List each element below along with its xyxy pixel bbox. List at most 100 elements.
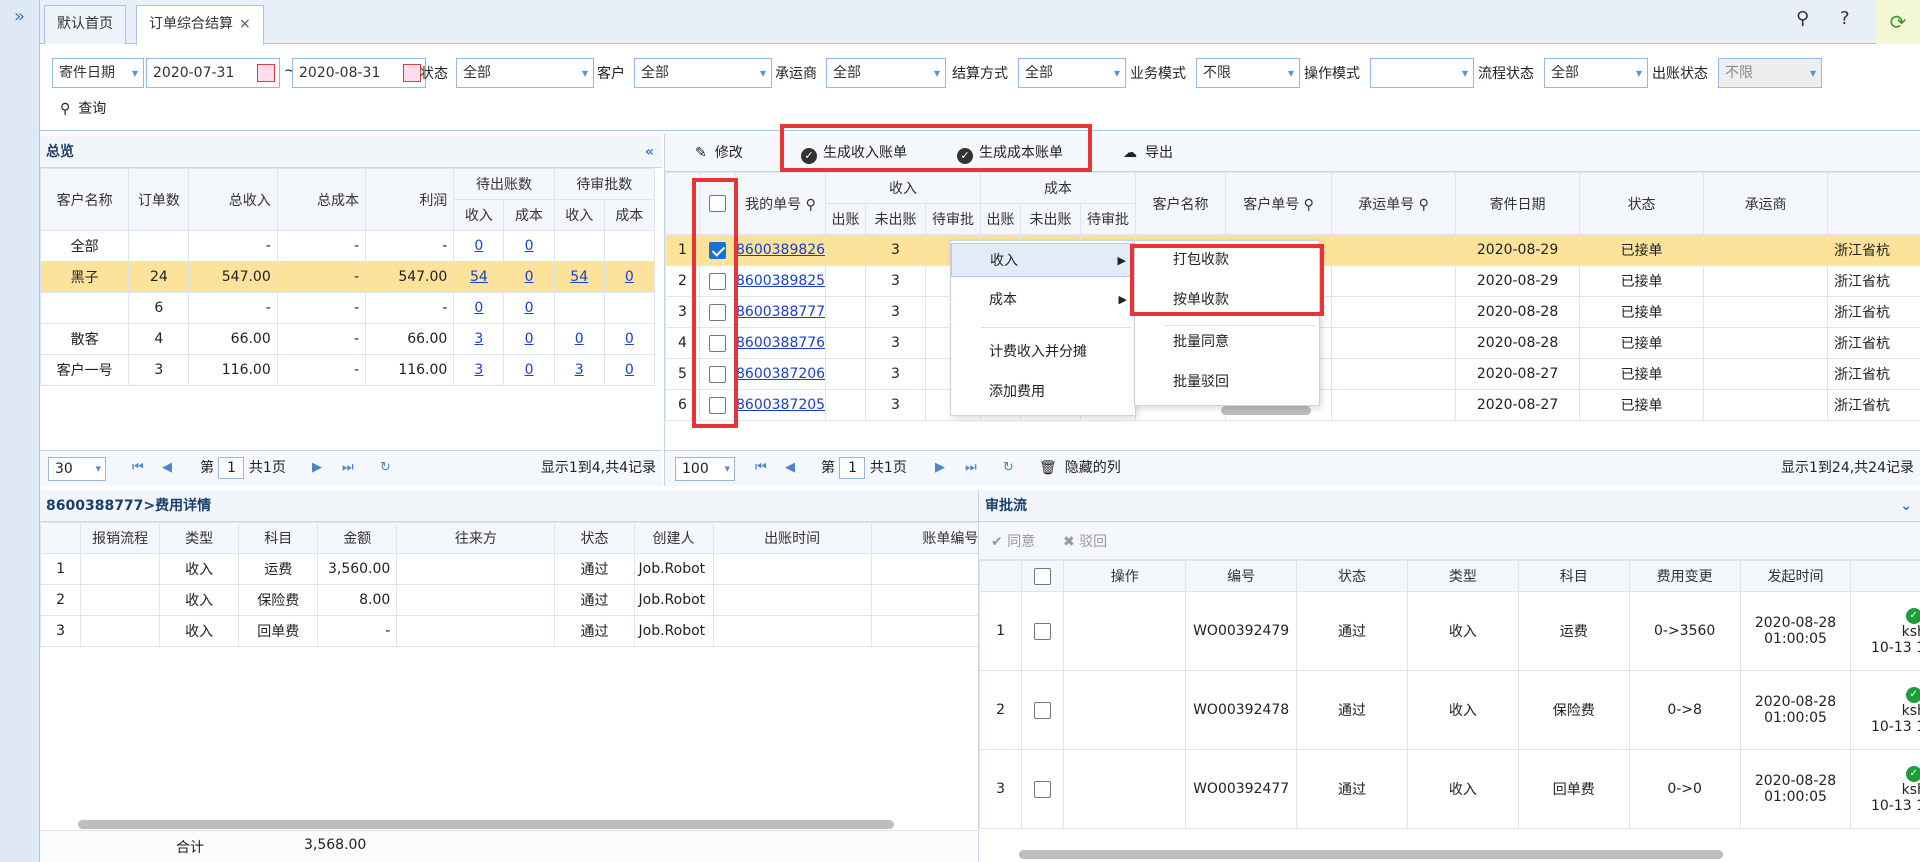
orders-pager: 100 ▾ ⏮ ◀ 第 1 共1页 ▶ ⏭ ↻ 🗑 隐藏的列 显示1到24,共24记…: [664, 450, 1920, 486]
agree-button[interactable]: ✔ 同意: [991, 531, 1035, 551]
table-row[interactable]: 2 收入 保险费 8.00 通过 Job.Robot: [40, 584, 978, 616]
chevron-right-icon: ▶: [1117, 254, 1126, 267]
col-header: 待审批数: [553, 168, 656, 200]
first-page-icon[interactable]: ⏮: [132, 451, 144, 485]
table-row[interactable]: 3 收入 回单费 - 通过 Job.Robot: [40, 615, 978, 647]
approved-icon: ✓: [1905, 687, 1920, 703]
select-all-checkbox[interactable]: [1034, 567, 1052, 585]
reject-button[interactable]: ✖ 驳回: [1063, 531, 1107, 551]
col-header: 客户名称: [40, 168, 130, 231]
collapse-icon[interactable]: «: [645, 136, 654, 168]
table-row[interactable]: 2 WO00392478 通过 收入 保险费 0->8 2020-08-28 01:00:…: [979, 670, 1920, 750]
filter-bar: 寄件日期 ▾ 2020-07-31 ~ 2020-08-31 状态 全部 ▾ 客户 …: [40, 45, 1920, 131]
help-icon[interactable]: ?: [1840, 8, 1850, 29]
approval-grid: 操作 编号 状态 类型 科目 费用变更 发起时间 1 WO00392479 通过 收入 运费 0->…: [978, 560, 1920, 862]
first-page-icon[interactable]: ⏮: [755, 451, 767, 485]
row-checkbox[interactable]: [1034, 701, 1052, 719]
chevron-right-icon: ▶: [1118, 293, 1127, 306]
status-select[interactable]: 全部 ▾: [456, 58, 594, 88]
carrier-label: 承运商: [775, 66, 817, 82]
next-page-icon[interactable]: ▶: [935, 451, 945, 485]
page-number-input[interactable]: 1: [218, 457, 245, 479]
tab-bar: 默认首页 订单综合结算 × ⚲ ? ⟳: [40, 0, 1920, 45]
search-icon[interactable]: ⚲: [1419, 197, 1429, 213]
table-row[interactable]: 黑子 24 547.00-547.00 54 0 54 0: [40, 261, 656, 293]
row-checkbox[interactable]: [1034, 622, 1052, 640]
row-checkbox[interactable]: [1034, 780, 1052, 798]
menu-item-income[interactable]: 收入 ▶: [951, 243, 1135, 277]
fee-total-row: 合计 3,568.00: [40, 830, 978, 862]
table-row[interactable]: 6 --- 00: [40, 292, 656, 324]
highlight-box-checkboxes: [692, 178, 738, 428]
refresh-icon[interactable]: ⟳: [1876, 0, 1920, 44]
query-button[interactable]: ⚲ 查询: [60, 95, 106, 123]
calendar-icon[interactable]: [257, 64, 275, 82]
search-icon[interactable]: ⚲: [806, 197, 816, 213]
menu-item-add-fee[interactable]: 添加费用: [951, 375, 1135, 409]
tab-home[interactable]: 默认首页: [44, 5, 126, 44]
hidden-columns-button[interactable]: 🗑 隐藏的列: [1039, 451, 1121, 485]
approved-icon: ✓: [1905, 608, 1920, 624]
prev-page-icon[interactable]: ◀: [162, 451, 172, 485]
search-icon[interactable]: ⚲: [1796, 8, 1809, 29]
prev-page-icon[interactable]: ◀: [785, 451, 795, 485]
table-row[interactable]: 客户一号 3 116.00-116.00 30 30: [40, 354, 656, 386]
horizontal-scrollbar[interactable]: [78, 820, 894, 829]
date-to-field[interactable]: 2020-08-31: [292, 58, 426, 88]
last-page-icon[interactable]: ⏭: [342, 451, 354, 485]
page-size-select[interactable]: 30 ▾: [48, 457, 106, 481]
export-button[interactable]: ☁ 导出: [1123, 134, 1173, 172]
close-icon[interactable]: ×: [239, 16, 251, 32]
table-row[interactable]: 散客 4 66.00-66.00 30 00: [40, 323, 656, 355]
next-page-icon[interactable]: ▶: [312, 451, 322, 485]
table-row[interactable]: 全部 --- 00: [40, 230, 656, 262]
reload-icon[interactable]: ↻: [1003, 451, 1014, 485]
page-info: 显示1到4,共4记录: [540, 460, 656, 476]
expand-icon[interactable]: »: [14, 6, 25, 27]
chevron-down-icon: ▾: [95, 462, 101, 475]
overview-table: 客户名称 订单数 总收入 总成本 利润 待出账数 待审批数 收入 成本 收入 成…: [40, 168, 656, 386]
date-from-field[interactable]: 2020-07-31: [146, 58, 280, 88]
fee-details-header: 8600388777>费用详情: [40, 490, 978, 522]
table-row[interactable]: 3 WO00392477 通过 收入 回单费 0->0 2020-08-28 01:00:…: [979, 749, 1920, 829]
carrier-select[interactable]: 全部 ▾: [826, 58, 946, 88]
chevron-down-icon: ▾: [1461, 66, 1468, 80]
settle-select[interactable]: 全部 ▾: [1018, 58, 1126, 88]
search-icon[interactable]: ⚲: [1304, 197, 1314, 213]
col-header: 利润: [365, 168, 455, 231]
customer-label: 客户: [597, 66, 625, 82]
chevron-down-icon: ▾: [1635, 66, 1642, 80]
calendar-icon[interactable]: [403, 64, 421, 82]
search-icon: ⚲: [60, 101, 71, 117]
approval-table: 操作 编号 状态 类型 科目 费用变更 发起时间 1 WO00392479 通过 收入 运费 0->…: [979, 560, 1920, 829]
horizontal-scrollbar[interactable]: [1019, 850, 1723, 859]
table-row[interactable]: 1 收入 运费 3,560.00 通过 Job.Robot: [40, 553, 978, 585]
menu-item-batch-reject[interactable]: 批量驳回: [1135, 365, 1319, 399]
menu-item-cost[interactable]: 成本 ▶: [951, 283, 1135, 317]
collapse-down-icon[interactable]: ⌄: [1900, 490, 1912, 522]
last-page-icon[interactable]: ⏭: [965, 451, 977, 485]
chevron-down-icon: ▾: [1287, 66, 1294, 80]
biz-mode-label: 业务模式: [1130, 66, 1186, 82]
flow-status-select[interactable]: 全部 ▾: [1544, 58, 1648, 88]
biz-mode-select[interactable]: 不限 ▾: [1196, 58, 1300, 88]
tab-order-settlement[interactable]: 订单综合结算 ×: [136, 5, 264, 45]
trash-icon: 🗑: [1039, 460, 1057, 476]
table-row[interactable]: 1 WO00392479 通过 收入 运费 0->3560 2020-08-28 01:0…: [979, 591, 1920, 671]
bill-status-select[interactable]: 不限 ▾: [1718, 58, 1822, 88]
page-size-select[interactable]: 100 ▾: [675, 457, 735, 481]
edit-button[interactable]: ✎ 修改: [695, 134, 743, 172]
check-circle-icon: ✔: [991, 534, 1003, 550]
reload-icon[interactable]: ↻: [380, 451, 391, 485]
menu-item-batch-approve[interactable]: 批量同意: [1135, 325, 1319, 359]
page-number-input[interactable]: 1: [839, 457, 866, 479]
op-mode-select[interactable]: ▾: [1370, 58, 1474, 88]
customer-select[interactable]: 全部 ▾: [634, 58, 772, 88]
col-header: 收入: [553, 199, 605, 231]
horizontal-scrollbar[interactable]: [1221, 406, 1311, 415]
date-type-select[interactable]: 寄件日期 ▾: [52, 58, 144, 88]
approved-icon: ✓: [1905, 766, 1920, 782]
highlight-box-toolbar: [780, 124, 1092, 172]
menu-item-share[interactable]: 计费收入并分摊: [951, 335, 1135, 369]
settle-label: 结算方式: [952, 66, 1008, 82]
